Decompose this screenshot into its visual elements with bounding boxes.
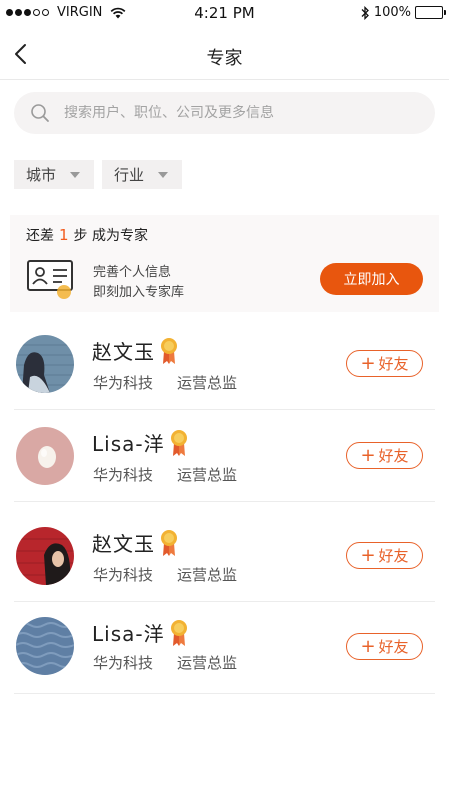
add-friend-button[interactable]: + 好友 [346,350,423,377]
filter-industry[interactable]: 行业 [102,160,183,189]
add-friend-label: 好友 [378,547,409,565]
expert-row[interactable]: Lisa-洋 华为科技 运营总监 + 好友 [14,410,435,502]
battery-icon [415,6,446,19]
plus-icon: + [360,544,376,566]
caret-down-icon [158,171,169,178]
promo-title-prefix: 还差 [26,228,54,244]
avatar-image [16,527,74,585]
expert-name-wrap: Lisa-洋 [92,618,189,647]
id-card-icon [27,260,73,299]
expert-info: 华为科技 运营总监 [93,464,237,485]
status-bar: VIRGIN 4:21 PM 100% [0,0,449,28]
battery-percent: 100% [373,5,411,20]
filter-bar: 城市 行业 [14,160,183,189]
expert-row[interactable]: Lisa-洋 华为科技 运营总监 + 好友 [14,602,435,694]
expert-name: 赵文玉 [92,340,155,364]
promo-text-line1: 完善个人信息 [93,265,172,280]
expert-medal-icon [170,429,187,456]
avatar-image [16,335,74,393]
nav-bar: 专家 [0,28,449,80]
filter-city[interactable]: 城市 [14,160,95,189]
expert-row[interactable]: 赵文玉 华为科技 运营总监 + 好友 [14,318,435,410]
expert-company: 华为科技 [93,566,154,584]
expert-name: Lisa-洋 [92,432,165,456]
expert-company: 华为科技 [93,654,154,672]
expert-position: 运营总监 [177,654,238,672]
promo-title: 还差 1 步 成为专家 [26,225,148,245]
filter-city-label: 城市 [26,166,57,184]
avatar[interactable] [16,427,74,485]
become-expert-banner: 还差 1 步 成为专家 完善个人信息 即刻加入专家库 立即加入 [10,215,439,312]
status-right: 100% [361,5,446,20]
expert-name: Lisa-洋 [92,622,165,646]
expert-info: 华为科技 运营总监 [93,372,237,393]
expert-position: 运营总监 [177,374,238,392]
caret-down-icon [70,171,81,178]
expert-medal-icon [161,529,177,556]
expert-company: 华为科技 [93,374,154,392]
expert-company: 华为科技 [93,466,154,484]
add-friend-label: 好友 [378,355,409,373]
search-bar[interactable] [14,92,435,134]
expert-name-wrap: Lisa-洋 [92,428,189,457]
expert-medal-icon [161,337,177,364]
plus-icon: + [360,635,376,657]
expert-name: 赵文玉 [92,532,155,556]
add-friend-label: 好友 [378,447,409,465]
expert-name-wrap: 赵文玉 [92,336,179,365]
promo-step-count: 1 [59,226,69,244]
bluetooth-icon [361,5,369,20]
add-friend-label: 好友 [378,638,409,656]
add-friend-button[interactable]: + 好友 [346,442,423,469]
expert-row[interactable]: 赵文玉 华为科技 运营总监 + 好友 [14,510,435,602]
promo-text-line2: 即刻加入专家库 [93,285,185,300]
expert-name-wrap: 赵文玉 [92,528,179,557]
promo-title-suffix: 步 成为专家 [73,228,148,244]
avatar-image [16,427,74,485]
expert-medal-icon [170,619,187,646]
expert-position: 运营总监 [177,466,238,484]
expert-position: 运营总监 [177,566,238,584]
add-friend-button[interactable]: + 好友 [346,542,423,569]
avatar-image [16,617,74,675]
page-title: 专家 [206,48,243,69]
avatar[interactable] [16,527,74,585]
add-friend-button[interactable]: + 好友 [346,633,423,660]
filter-industry-label: 行业 [114,166,145,184]
join-now-button[interactable]: 立即加入 [320,263,423,295]
search-input[interactable] [64,105,404,121]
plus-icon: + [360,444,376,466]
expert-info: 华为科技 运营总监 [93,564,237,585]
avatar[interactable] [16,335,74,393]
plus-icon: + [360,352,376,374]
search-icon [31,104,49,122]
avatar[interactable] [16,617,74,675]
expert-info: 华为科技 运营总监 [93,652,237,673]
